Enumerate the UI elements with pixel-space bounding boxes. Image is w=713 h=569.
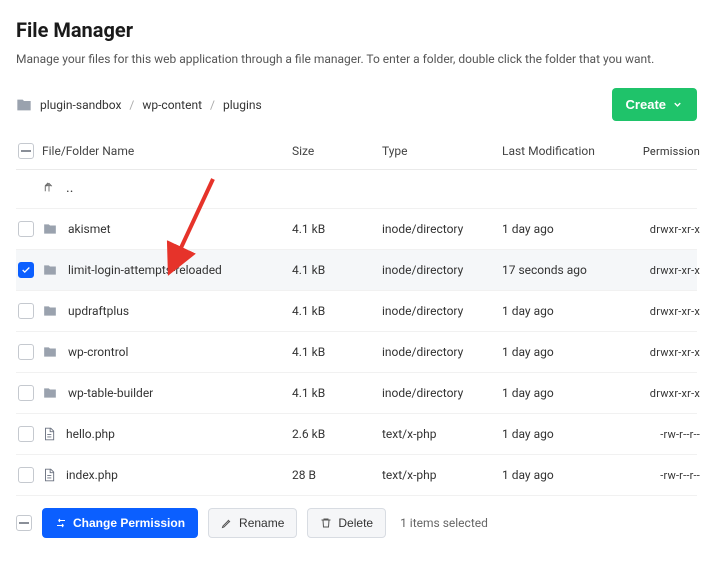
row-perm: drwxr-xr-x (632, 223, 700, 236)
column-header-perm[interactable]: Permission (632, 145, 700, 158)
breadcrumb-sep: / (129, 98, 134, 112)
row-type: text/x-php (382, 427, 502, 441)
row-mod: 17 seconds ago (502, 263, 632, 277)
row-type: inode/directory (382, 304, 502, 318)
select-all-checkbox[interactable] (18, 143, 34, 159)
page-subtitle: Manage your files for this web applicati… (16, 52, 697, 66)
breadcrumb-item[interactable]: plugins (223, 98, 262, 112)
row-size: 28 B (292, 468, 382, 482)
table-row[interactable]: wp-crontrol 4.1 kBinode/directory1 day ag… (16, 332, 697, 373)
swap-icon (55, 517, 67, 529)
table-row[interactable]: hello.php 2.6 kBtext/x-php1 day ago-rw-r-… (16, 414, 697, 455)
row-type: inode/directory (382, 345, 502, 359)
table-row[interactable]: index.php 28 Btext/x-php1 day ago-rw-r--r… (16, 455, 697, 496)
row-checkbox[interactable] (18, 385, 34, 401)
column-header-size[interactable]: Size (292, 144, 382, 158)
row-perm: drwxr-xr-x (632, 264, 700, 277)
rename-label: Rename (239, 516, 284, 530)
breadcrumb-item[interactable]: wp-content (142, 98, 202, 112)
rename-button[interactable]: Rename (208, 508, 297, 538)
row-mod: 1 day ago (502, 386, 632, 400)
row-mod: 1 day ago (502, 468, 632, 482)
up-arrow-icon (42, 181, 56, 195)
row-type: text/x-php (382, 468, 502, 482)
table-row[interactable]: limit-login-attempts-reloaded 4.1 kBinode… (16, 250, 697, 291)
row-mod: 1 day ago (502, 222, 632, 236)
breadcrumb: plugin-sandbox / wp-content / plugins (16, 97, 612, 113)
row-name: wp-crontrol (68, 345, 128, 359)
table-header: File/Folder Name Size Type Last Modifica… (16, 135, 697, 170)
action-bar: Change Permission Rename Delete 1 items … (16, 496, 697, 538)
row-perm: drwxr-xr-x (632, 387, 700, 400)
selection-count: 1 items selected (400, 516, 488, 530)
column-header-type[interactable]: Type (382, 144, 502, 158)
row-perm: drwxr-xr-x (632, 346, 700, 359)
row-checkbox[interactable] (18, 467, 34, 483)
breadcrumb-sep: / (210, 98, 215, 112)
table-row[interactable]: wp-table-builder 4.1 kBinode/directory1 d… (16, 373, 697, 414)
file-icon (42, 467, 56, 483)
create-button[interactable]: Create (612, 88, 697, 121)
row-checkbox[interactable] (18, 262, 34, 278)
folder-icon (42, 345, 58, 359)
row-name: updraftplus (68, 304, 129, 318)
table-row[interactable]: updraftplus 4.1 kBinode/directory1 day ag… (16, 291, 697, 332)
row-mod: 1 day ago (502, 427, 632, 441)
page-title: File Manager (16, 18, 697, 42)
trash-icon (320, 517, 332, 529)
row-name: index.php (66, 468, 118, 482)
delete-label: Delete (338, 516, 373, 530)
row-size: 4.1 kB (292, 304, 382, 318)
change-permission-button[interactable]: Change Permission (42, 508, 198, 538)
row-name: akismet (68, 222, 111, 236)
folder-icon (42, 222, 58, 236)
row-size: 4.1 kB (292, 222, 382, 236)
row-name: wp-table-builder (68, 386, 153, 400)
parent-dir-label: .. (66, 180, 73, 196)
breadcrumb-item[interactable]: plugin-sandbox (40, 98, 121, 112)
table-body: akismet4.1 kBinode/directory1 day agodrw… (16, 209, 697, 496)
row-type: inode/directory (382, 263, 502, 277)
row-name: hello.php (66, 427, 115, 441)
change-permission-label: Change Permission (73, 516, 185, 530)
toolbar: plugin-sandbox / wp-content / plugins Cr… (16, 88, 697, 121)
folder-icon (42, 304, 58, 318)
row-checkbox[interactable] (18, 344, 34, 360)
footer-select-checkbox[interactable] (16, 515, 32, 531)
table-row[interactable]: akismet 4.1 kBinode/directory1 day agodrw… (16, 209, 697, 250)
row-type: inode/directory (382, 386, 502, 400)
row-size: 4.1 kB (292, 263, 382, 277)
row-size: 2.6 kB (292, 427, 382, 441)
parent-dir-row[interactable]: .. (16, 170, 697, 209)
row-mod: 1 day ago (502, 345, 632, 359)
file-icon (42, 426, 56, 442)
row-perm: -rw-r--r-- (632, 428, 700, 441)
folder-icon (42, 386, 58, 400)
row-name: limit-login-attempts-reloaded (68, 263, 222, 277)
row-type: inode/directory (382, 222, 502, 236)
chevron-down-icon (672, 99, 683, 110)
row-perm: -rw-r--r-- (632, 469, 700, 482)
row-perm: drwxr-xr-x (632, 305, 700, 318)
row-size: 4.1 kB (292, 345, 382, 359)
folder-icon (16, 97, 32, 113)
row-size: 4.1 kB (292, 386, 382, 400)
row-checkbox[interactable] (18, 221, 34, 237)
row-checkbox[interactable] (18, 426, 34, 442)
column-header-name[interactable]: File/Folder Name (42, 144, 292, 158)
row-checkbox[interactable] (18, 303, 34, 319)
pencil-icon (221, 517, 233, 529)
row-mod: 1 day ago (502, 304, 632, 318)
column-header-mod[interactable]: Last Modification (502, 144, 632, 158)
folder-icon (42, 263, 58, 277)
delete-button[interactable]: Delete (307, 508, 386, 538)
create-button-label: Create (626, 97, 666, 112)
